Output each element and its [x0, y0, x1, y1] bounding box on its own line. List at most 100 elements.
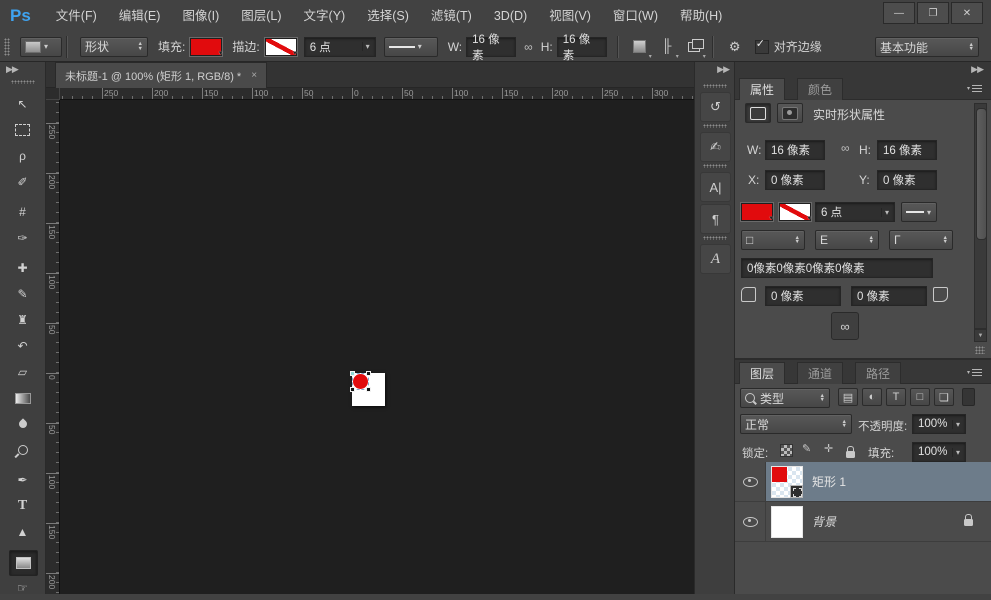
- filter-shape-layers-button[interactable]: □: [910, 388, 930, 406]
- collapse-toolbar-icon[interactable]: ▶▶: [6, 64, 18, 75]
- y-field[interactable]: 0 像素: [877, 170, 937, 190]
- tool-preset-dropdown[interactable]: ▾: [20, 37, 62, 57]
- history-panel-button[interactable]: ↺: [700, 92, 731, 122]
- stroke-type-dropdown[interactable]: ▾: [901, 202, 937, 222]
- menu-item-9[interactable]: 视图(V): [538, 1, 602, 32]
- stroke-color-swatch[interactable]: ▾: [779, 203, 811, 221]
- panel-resize-grip[interactable]: [975, 346, 985, 354]
- layer-row-main[interactable]: 矩形 1: [766, 462, 991, 501]
- horizontal-ruler[interactable]: 25020015010050050100150200250300: [60, 88, 694, 100]
- blend-mode-dropdown[interactable]: 正常 ▲▼: [740, 414, 852, 434]
- options-bar-grip[interactable]: [4, 38, 10, 56]
- corner-radii-field[interactable]: 0像素0像素0像素0像素: [741, 258, 933, 278]
- vertical-ruler[interactable]: 25020015010050050100150200: [46, 100, 60, 594]
- document-canvas[interactable]: [352, 373, 385, 406]
- opacity-field[interactable]: 100% ▾: [912, 414, 966, 434]
- path-operations-button[interactable]: ▾: [630, 37, 650, 57]
- filter-type-dropdown[interactable]: 类型 ▲▼: [740, 388, 830, 408]
- live-shape-button[interactable]: [745, 103, 771, 123]
- panel-menu-icon[interactable]: ▾: [967, 83, 985, 93]
- tab-properties[interactable]: 属性: [739, 78, 785, 101]
- layer-row[interactable]: 矩形 1: [735, 462, 991, 502]
- panel-grip[interactable]: [703, 164, 727, 168]
- quick-selection-tool-button[interactable]: ✐: [9, 170, 36, 194]
- lock-pixels-icon[interactable]: ✎: [802, 442, 811, 455]
- panel-grip[interactable]: [703, 84, 727, 88]
- panel-menu-icon[interactable]: ▾: [967, 367, 985, 377]
- path-alignment-button[interactable]: ╟ ▾: [657, 37, 677, 57]
- menu-item-2[interactable]: 编辑(E): [108, 1, 172, 32]
- filter-smart-objects-button[interactable]: ❏: [934, 388, 954, 406]
- toolbar-grip[interactable]: [11, 80, 35, 84]
- geometry-options-button[interactable]: ⚙: [725, 37, 745, 57]
- stroke-corners-dropdown[interactable]: Γ ▲▼: [889, 230, 953, 250]
- brush-tool-button[interactable]: ✎: [9, 282, 36, 306]
- rectangular-marquee-tool-button[interactable]: [9, 118, 36, 142]
- path-arrange-button[interactable]: ▾: [684, 37, 704, 57]
- transform-handle-top-left[interactable]: [350, 371, 355, 376]
- scrollbar-thumb[interactable]: [976, 108, 987, 240]
- history-brush-tool-button[interactable]: ↶: [9, 334, 36, 358]
- chevron-down-icon[interactable]: ▾: [952, 420, 960, 429]
- layer-name[interactable]: 矩形 1: [812, 473, 846, 490]
- lock-transparency-icon[interactable]: [780, 444, 793, 457]
- layer-name[interactable]: 背景: [812, 513, 836, 530]
- chevron-down-icon[interactable]: ▾: [952, 448, 960, 457]
- window-maximize-button[interactable]: ❐: [917, 2, 949, 24]
- filter-pixel-layers-button[interactable]: ▤: [838, 388, 858, 406]
- tool-mode-dropdown[interactable]: 形状 ▲▼: [80, 37, 148, 57]
- stroke-width-field[interactable]: 6 点 ▾: [815, 202, 895, 222]
- transform-handle-top-right[interactable]: [366, 371, 371, 376]
- menu-item-3[interactable]: 图像(I): [171, 1, 230, 32]
- height-field[interactable]: 16 像素: [877, 140, 937, 160]
- lock-all-icon[interactable]: [846, 451, 855, 458]
- menu-item-4[interactable]: 图层(L): [230, 1, 292, 32]
- corner-radius-left-field[interactable]: 0 像素: [765, 286, 841, 306]
- stroke-alignment-dropdown[interactable]: □ ▲▼: [741, 230, 805, 250]
- filter-adjustment-layers-button[interactable]: ◐: [862, 388, 882, 406]
- stroke-caps-dropdown[interactable]: Ε ▲▼: [815, 230, 879, 250]
- layer-row[interactable]: 背景: [735, 502, 991, 542]
- menu-item-1[interactable]: 文件(F): [45, 1, 108, 32]
- path-selection-tool-button[interactable]: ▲: [9, 520, 36, 544]
- lock-position-icon[interactable]: ✛: [824, 442, 833, 455]
- fill-field[interactable]: 100% ▾: [912, 442, 966, 462]
- chevron-down-icon[interactable]: ▾: [881, 208, 889, 217]
- window-minimize-button[interactable]: —: [883, 2, 915, 24]
- eye-icon[interactable]: [743, 517, 758, 527]
- filtering-toggle[interactable]: [962, 388, 975, 406]
- stroke-type-dropdown[interactable]: ▾: [384, 37, 438, 57]
- expand-panels-icon[interactable]: ▶▶: [717, 64, 729, 75]
- type-tool-button[interactable]: T: [9, 494, 36, 518]
- menu-item-10[interactable]: 窗口(W): [602, 1, 669, 32]
- menu-item-11[interactable]: 帮助(H): [669, 1, 733, 32]
- menu-item-7[interactable]: 滤镜(T): [420, 1, 483, 32]
- transform-handle-bottom-left[interactable]: [350, 387, 355, 392]
- align-edges-checkbox[interactable]: ✓: [755, 40, 769, 54]
- layer-row-main[interactable]: 背景: [766, 502, 991, 541]
- character-panel-button[interactable]: A|: [700, 172, 731, 202]
- dodge-tool-button[interactable]: [9, 438, 36, 462]
- chevron-down-icon[interactable]: ▾: [362, 42, 370, 51]
- width-field[interactable]: 16 像素: [765, 140, 825, 160]
- corner-radius-right-field[interactable]: 0 像素: [851, 286, 927, 306]
- fill-color-swatch[interactable]: ▾: [741, 203, 773, 221]
- shape-height-field[interactable]: 16 像素: [557, 37, 607, 57]
- tab-channels[interactable]: 通道: [797, 362, 843, 385]
- close-tab-icon[interactable]: ×: [251, 70, 257, 81]
- rectangle-tool-button[interactable]: [9, 550, 38, 576]
- hand-tool-button[interactable]: ☞: [9, 576, 36, 600]
- fill-color-swatch[interactable]: ▾: [190, 38, 222, 56]
- collapse-panels-icon[interactable]: ▶▶: [971, 64, 983, 75]
- tab-layers[interactable]: 图层: [739, 362, 785, 385]
- notes-panel-button[interactable]: ✍: [700, 132, 731, 162]
- filter-type-layers-button[interactable]: T: [886, 388, 906, 406]
- eyedropper-tool-button[interactable]: ✑: [9, 226, 36, 250]
- shape-width-field[interactable]: 16 像素: [466, 37, 516, 57]
- menu-item-5[interactable]: 文字(Y): [293, 1, 357, 32]
- blur-tool-button[interactable]: [9, 412, 36, 436]
- window-close-button[interactable]: ✕: [951, 2, 983, 24]
- document-tab[interactable]: 未标题-1 @ 100% (矩形 1, RGB/8) * ×: [55, 62, 267, 88]
- tab-paths[interactable]: 路径: [855, 362, 901, 385]
- eye-icon[interactable]: [743, 477, 758, 487]
